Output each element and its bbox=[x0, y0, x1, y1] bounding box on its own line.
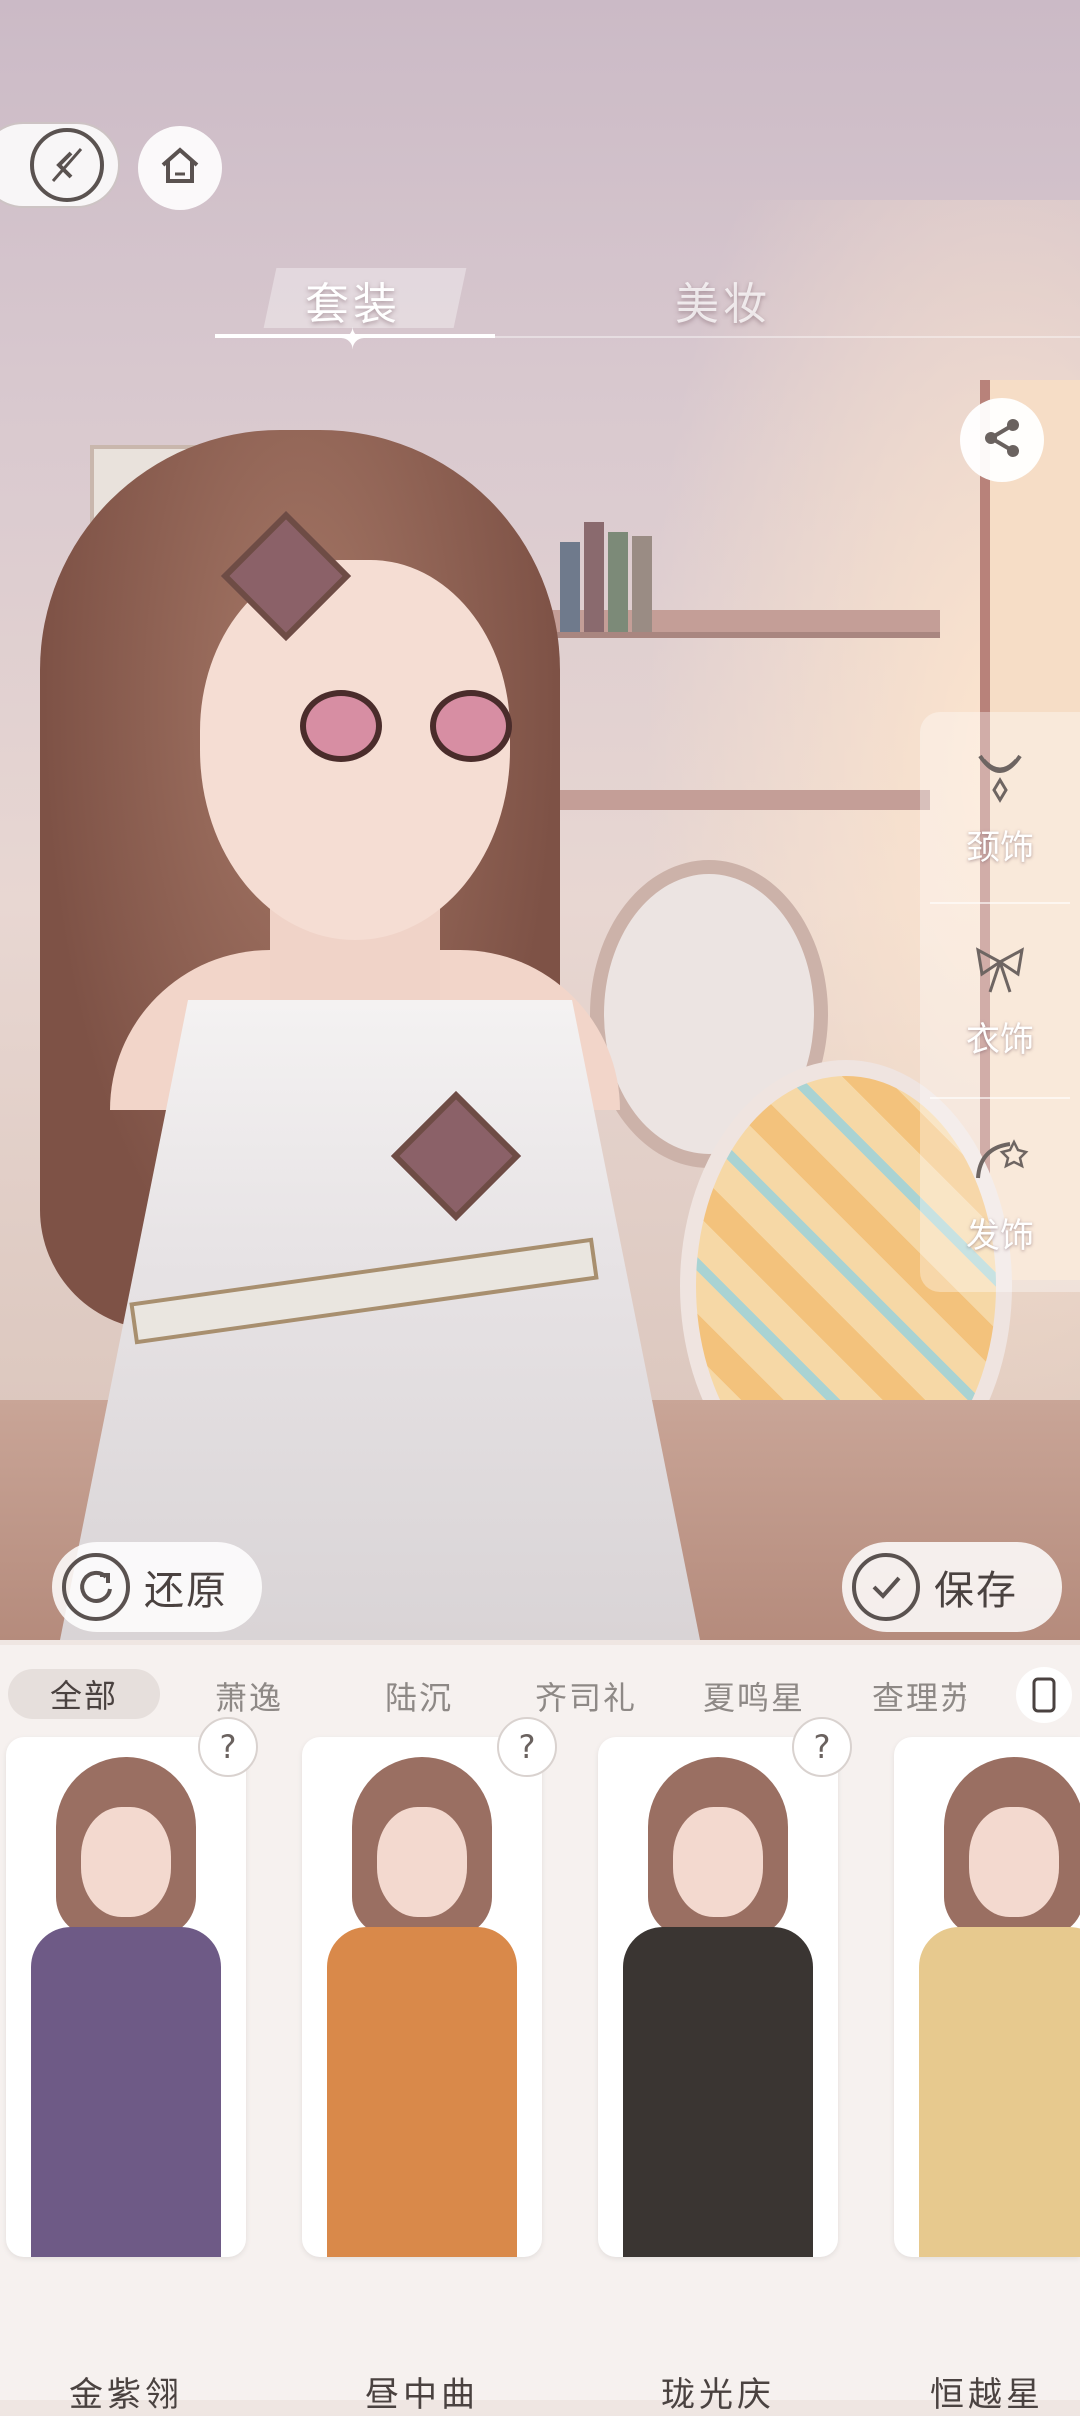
home-icon bbox=[155, 141, 205, 195]
outfit-name: 恒越星 bbox=[930, 2375, 1044, 2415]
back-icon bbox=[30, 128, 104, 202]
reset-label: 还原 bbox=[144, 1568, 228, 1614]
question-mark-badge[interactable]: ? bbox=[198, 1717, 258, 1777]
side-item-label: 颈饰 bbox=[966, 827, 1034, 868]
hairpin-icon bbox=[970, 1134, 1030, 1198]
tab-divider-line bbox=[495, 336, 1080, 338]
reset-icon bbox=[62, 1553, 130, 1621]
filter-all[interactable]: 全部 bbox=[8, 1669, 160, 1719]
filter-chalisu[interactable]: 查理苏 bbox=[872, 1673, 966, 1719]
character-left-eye bbox=[300, 690, 382, 762]
outfit-card[interactable] bbox=[302, 1737, 542, 2257]
outfit-name: 金紫翎 bbox=[69, 2375, 183, 2415]
filter-xiaoyi[interactable]: 萧逸 bbox=[215, 1673, 283, 1719]
character-right-eye bbox=[430, 690, 512, 762]
bow-icon bbox=[970, 938, 1030, 1002]
card-character-face bbox=[81, 1807, 171, 1917]
side-item-necklace[interactable]: 颈饰 bbox=[920, 712, 1080, 902]
question-mark-badge[interactable]: ? bbox=[497, 1717, 557, 1777]
card-character-face bbox=[673, 1807, 763, 1917]
checkmark-icon bbox=[852, 1553, 920, 1621]
tab-makeup[interactable]: 美妆 bbox=[675, 268, 771, 332]
save-label: 保存 bbox=[934, 1568, 1018, 1614]
side-item-label: 发饰 bbox=[966, 1215, 1034, 1256]
save-button[interactable]: 保存 bbox=[842, 1542, 1062, 1632]
outfit-card[interactable] bbox=[6, 1737, 246, 2257]
card-outfit bbox=[327, 1927, 517, 2257]
dressing-room-scene bbox=[0, 0, 1080, 1640]
home-button[interactable] bbox=[138, 126, 222, 210]
side-item-label: 衣饰 bbox=[966, 1019, 1034, 1060]
filter-qisili[interactable]: 齐司礼 bbox=[535, 1673, 637, 1719]
accessory-side-panel: 颈饰 衣饰 发饰 bbox=[920, 712, 1080, 1292]
card-outfit bbox=[623, 1927, 813, 2257]
necklace-icon bbox=[970, 746, 1030, 810]
outfit-card[interactable] bbox=[894, 1737, 1080, 2257]
outfit-card[interactable] bbox=[598, 1737, 838, 2257]
wall-shelf-upper bbox=[520, 522, 940, 632]
back-button[interactable] bbox=[0, 122, 120, 208]
card-character-face bbox=[377, 1807, 467, 1917]
phone-icon[interactable] bbox=[1016, 1667, 1072, 1723]
card-outfit bbox=[31, 1927, 221, 2257]
outfit-card-list: ? 金紫翎 ? 昼中曲 ? 珑光庆 恒越星 bbox=[0, 1717, 1080, 2415]
question-mark-badge[interactable]: ? bbox=[792, 1717, 852, 1777]
card-character-face bbox=[969, 1807, 1059, 1917]
outfit-selection-panel: 全部 萧逸 陆沉 齐司礼 夏鸣星 查理苏 ? 金紫翎 ? 昼中曲 ? 珑光庆 恒… bbox=[0, 1645, 1080, 2415]
filter-luchen[interactable]: 陆沉 bbox=[385, 1673, 453, 1719]
outfit-name: 昼中曲 bbox=[365, 2375, 479, 2415]
outfit-name: 珑光庆 bbox=[661, 2375, 775, 2415]
side-item-hair-accessory[interactable]: 发饰 bbox=[920, 1100, 1080, 1290]
side-divider bbox=[930, 1097, 1070, 1099]
card-outfit bbox=[919, 1927, 1080, 2257]
share-icon bbox=[979, 415, 1025, 465]
share-button[interactable] bbox=[960, 398, 1044, 482]
wall-shelf-lower bbox=[510, 790, 930, 810]
filter-xiamingxing[interactable]: 夏鸣星 bbox=[703, 1673, 805, 1719]
sparkle-icon: ✦ bbox=[340, 322, 366, 357]
reset-button[interactable]: 还原 bbox=[52, 1542, 262, 1632]
side-item-clothing-accessory[interactable]: 衣饰 bbox=[920, 904, 1080, 1094]
